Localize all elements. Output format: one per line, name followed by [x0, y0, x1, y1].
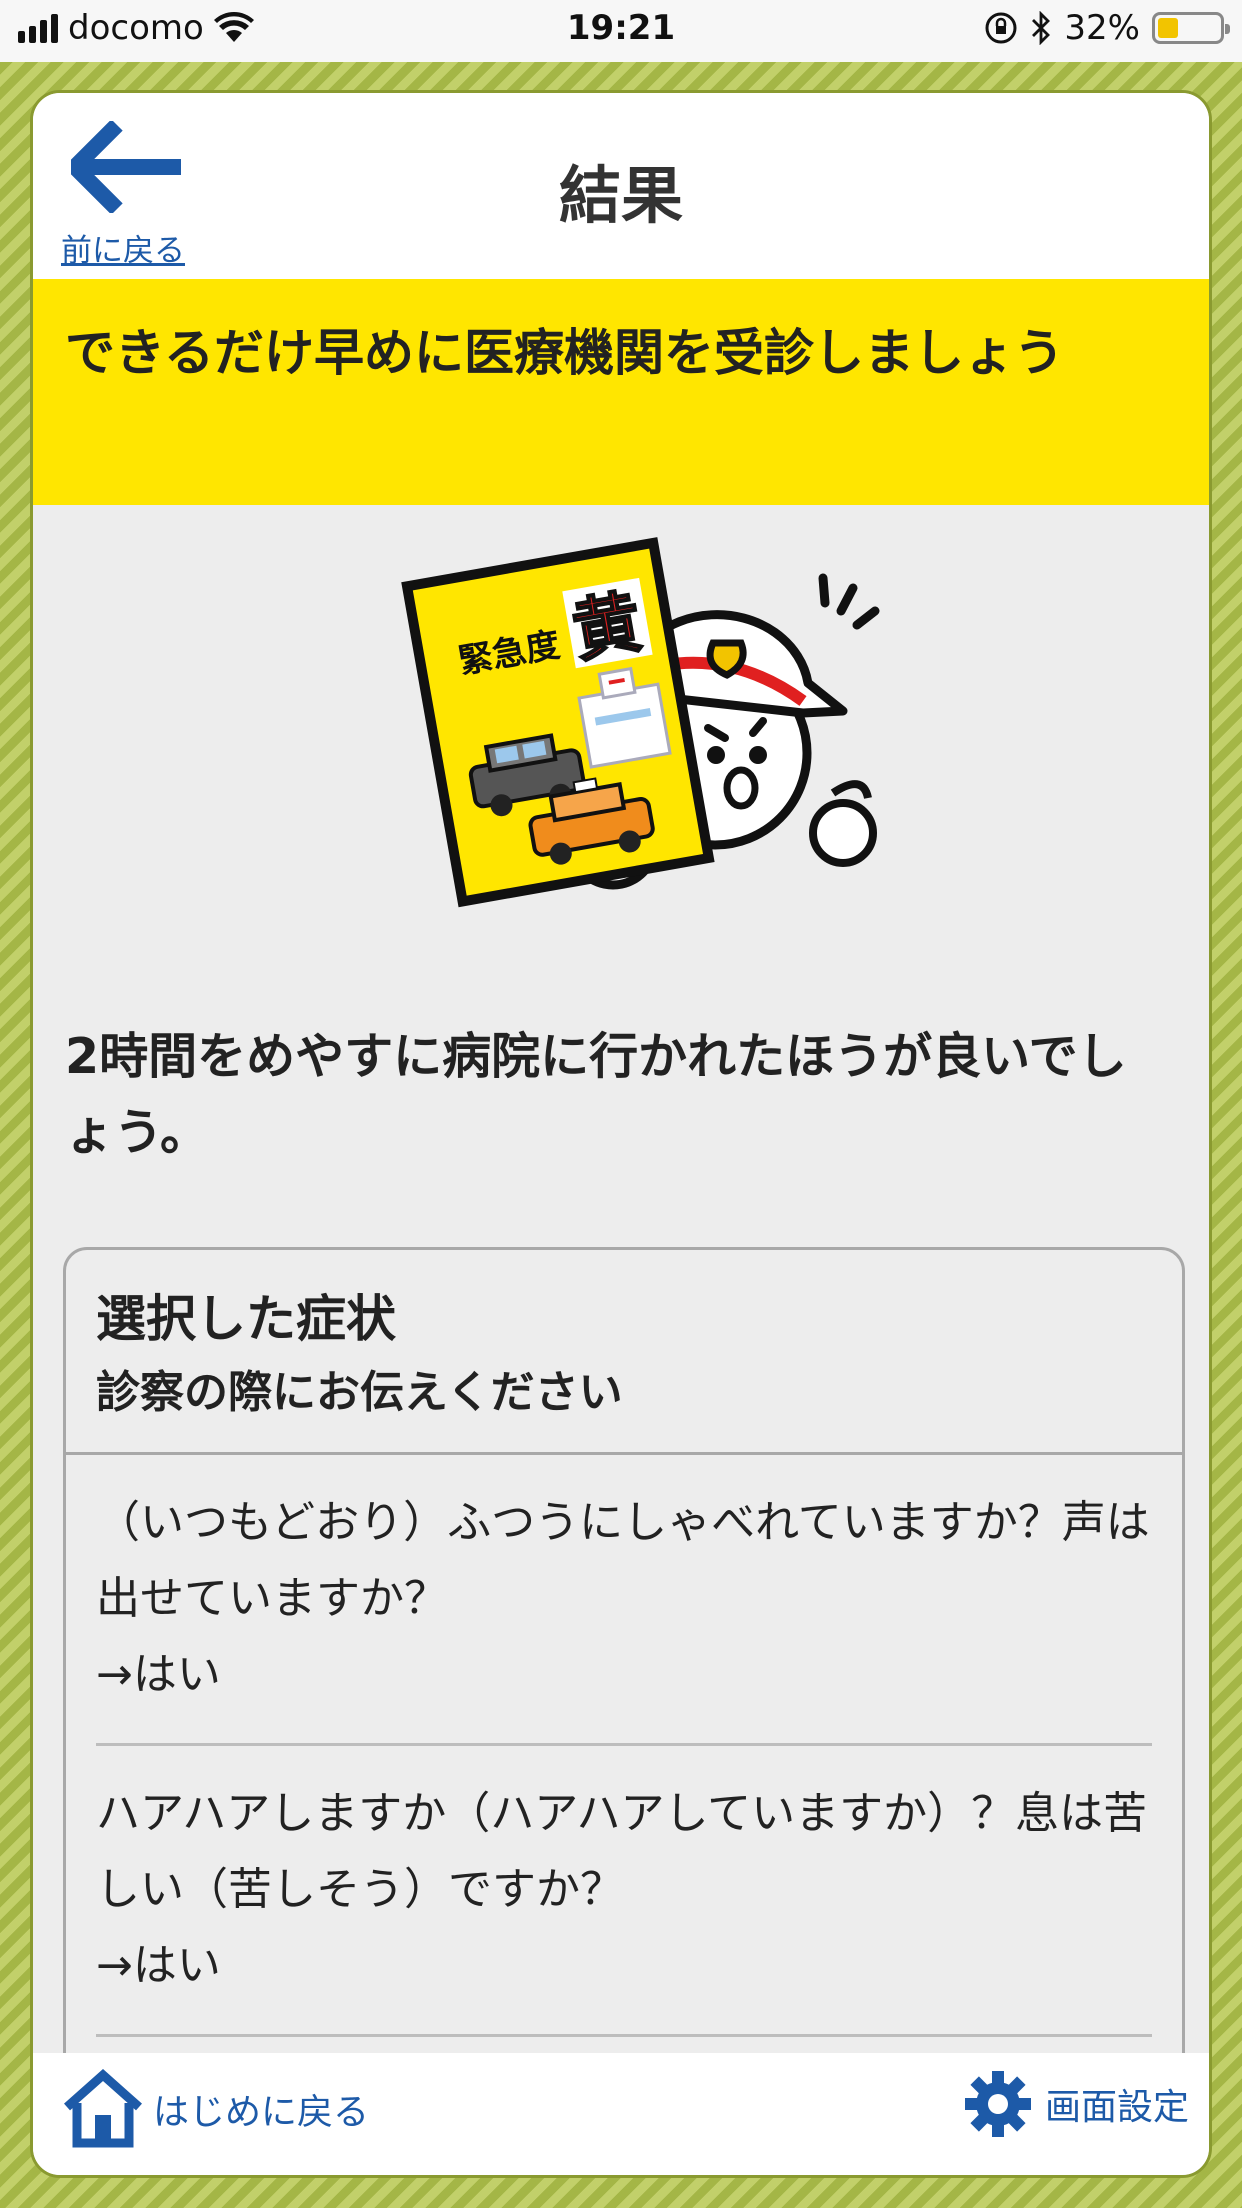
- rotation-lock-icon: [985, 12, 1017, 44]
- symptom-item: ハアハアしますか（ハアハアしていますか）？息は苦しい（苦しそう）ですか？ →はい: [96, 1746, 1152, 2037]
- home-button[interactable]: はじめに戻る: [61, 2069, 369, 2149]
- symptoms-header: 選択した症状 診察の際にお伝えください: [66, 1250, 1182, 1455]
- gear-icon: [964, 2071, 1031, 2137]
- home-button-label: はじめに戻る: [153, 2092, 370, 2133]
- symptom-question: （いつもどおり）ふつうにしゃべれていますか？声は出せていますか？: [96, 1497, 1150, 1624]
- battery-percent: 32%: [1064, 8, 1140, 48]
- footer: はじめに戻る 画面設定: [33, 2053, 1209, 2175]
- bluetooth-icon: [1032, 11, 1051, 45]
- symptom-answer: →はい: [96, 1940, 221, 1991]
- sign-urgency-level: 黄: [567, 583, 648, 673]
- urgency-banner: できるだけ早めに医療機関を受診しましょう: [33, 279, 1209, 505]
- status-bar: docomo 19:21 32%: [0, 0, 1242, 62]
- urgency-illustration: 緊急度 黄: [401, 537, 880, 908]
- page-title: 結果: [558, 159, 683, 232]
- header: 前に戻る 結果: [33, 93, 1209, 279]
- symptom-item: （いつもどおり）ふつうにしゃべれていますか？声は出せていますか？ →はい: [96, 1455, 1152, 1746]
- symptom-question: ハアハアしますか（ハアハアしていますか）？息は苦しい（苦しそう）ですか？: [96, 1788, 1148, 1915]
- settings-button-label: 画面設定: [1044, 2087, 1189, 2128]
- symptoms-panel: 選択した症状 診察の際にお伝えください （いつもどおり）ふつうにしゃべれています…: [63, 1247, 1185, 2175]
- home-icon: [64, 2069, 142, 2148]
- symptoms-title: 選択した症状: [96, 1290, 396, 1348]
- symptoms-subtitle: 診察の際にお伝えください: [96, 1367, 623, 1418]
- status-right: 32%: [984, 8, 1230, 48]
- settings-button[interactable]: 画面設定: [963, 2069, 1189, 2139]
- battery-icon: [1152, 12, 1230, 44]
- symptom-answer: →はい: [96, 1649, 221, 1700]
- app-frame: 前に戻る 結果 できるだけ早めに医療機関を受診しましょう 緊急度 黄 2時間をめ…: [0, 62, 1242, 2208]
- advice-text: 2時間をめやすに病院に行かれたほうが良いでしょう。: [65, 1028, 1127, 1161]
- result-card: 前に戻る 結果 できるだけ早めに医療機関を受診しましょう 緊急度 黄 2時間をめ…: [30, 90, 1212, 2178]
